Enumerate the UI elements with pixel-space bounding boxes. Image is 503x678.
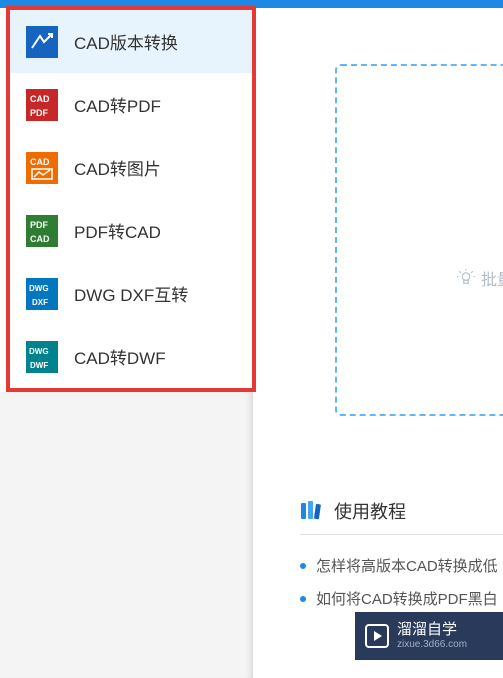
watermark-title: 溜溜自学 xyxy=(397,621,467,639)
watermark-badge: 溜溜自学 zixue.3d66.com xyxy=(355,612,503,660)
cad-to-dwf-icon: DWG DWF xyxy=(26,341,58,373)
main-content: 批量 使用教程 怎样将高版本CAD转换成低 如何将CAD转换成PDF黑白 xyxy=(260,8,503,678)
bullet-icon xyxy=(300,563,306,569)
drop-hint-text: 批量 xyxy=(481,266,503,290)
sidebar-background xyxy=(0,392,253,678)
svg-text:CAD: CAD xyxy=(30,157,50,167)
svg-text:CAD: CAD xyxy=(30,234,50,244)
cad-to-image-icon: CAD xyxy=(26,152,58,184)
books-icon xyxy=(300,501,324,521)
tutorial-header: 使用教程 xyxy=(300,498,503,535)
sidebar-item-cad-version[interactable]: CAD版本转换 xyxy=(10,10,252,73)
sidebar-item-dwg-dxf[interactable]: DWG DXF DWG DXF互转 xyxy=(10,262,252,325)
watermark-subtitle: zixue.3d66.com xyxy=(397,639,467,651)
tutorial-section: 使用教程 怎样将高版本CAD转换成低 如何将CAD转换成PDF黑白 xyxy=(300,498,503,615)
cad-to-pdf-icon: CAD PDF xyxy=(26,89,58,121)
sidebar-item-label: CAD转DWF xyxy=(74,344,166,369)
tutorial-title: 使用教程 xyxy=(334,498,406,524)
dwg-dxf-icon: DWG DXF xyxy=(26,278,58,310)
sidebar-item-label: CAD转图片 xyxy=(74,155,161,180)
file-drop-zone[interactable]: 批量 xyxy=(335,64,503,416)
drop-hint: 批量 xyxy=(337,266,503,290)
cad-version-icon xyxy=(26,26,58,58)
play-icon xyxy=(365,624,389,648)
svg-text:DXF: DXF xyxy=(32,298,48,307)
sidebar-item-cad-pdf[interactable]: CAD PDF CAD转PDF xyxy=(10,73,252,136)
svg-text:CAD: CAD xyxy=(30,94,50,104)
sidebar-item-label: CAD版本转换 xyxy=(74,29,178,54)
sidebar: CAD版本转换 CADPDF CAD转PDF CAD CAD转图片 PDFCAD… xyxy=(6,6,256,392)
sidebar-item-label: CAD转PDF xyxy=(74,92,161,117)
svg-text:DWG: DWG xyxy=(29,347,49,356)
svg-text:DWG: DWG xyxy=(29,284,49,293)
lightbulb-icon xyxy=(457,269,475,287)
sidebar-item-label: DWG DXF互转 xyxy=(74,281,188,306)
sidebar-item-label: PDF转CAD xyxy=(74,218,161,243)
tutorial-link-text: 如何将CAD转换成PDF黑白 xyxy=(316,588,498,609)
bullet-icon xyxy=(300,596,306,602)
pdf-to-cad-icon: PDF CAD xyxy=(26,215,58,247)
svg-text:PDF: PDF xyxy=(30,220,49,230)
svg-text:PDF: PDF xyxy=(30,108,49,118)
tutorial-link[interactable]: 如何将CAD转换成PDF黑白 xyxy=(300,582,503,615)
sidebar-item-cad-image[interactable]: CAD CAD转图片 xyxy=(10,136,252,199)
sidebar-item-cad-dwf[interactable]: DWG DWF CAD转DWF xyxy=(10,325,252,388)
sidebar-item-pdf-cad[interactable]: PDF CAD PDF转CAD xyxy=(10,199,252,262)
tutorial-link[interactable]: 怎样将高版本CAD转换成低 xyxy=(300,549,503,582)
tutorial-link-text: 怎样将高版本CAD转换成低 xyxy=(316,555,498,576)
svg-text:DWF: DWF xyxy=(30,361,48,370)
